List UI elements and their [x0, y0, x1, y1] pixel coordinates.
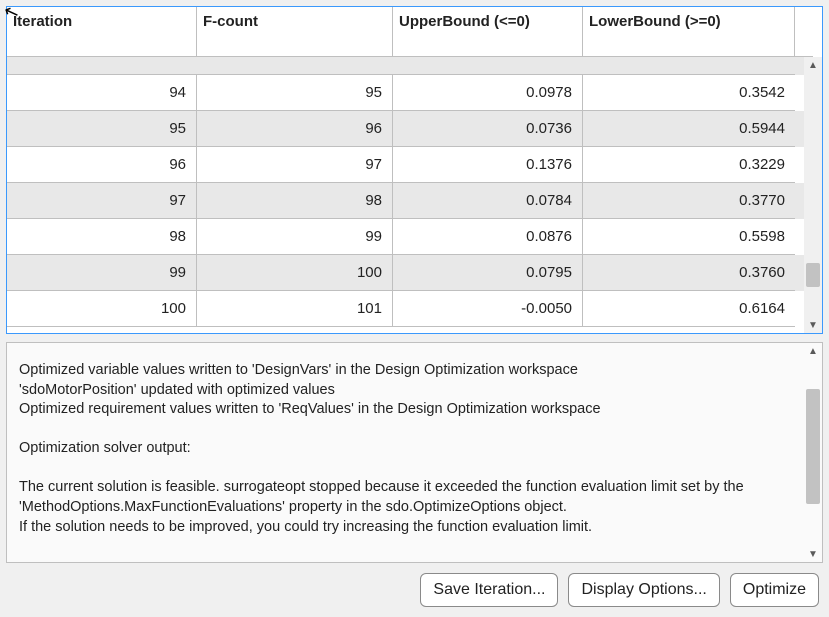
button-row: Save Iteration... Display Options... Opt… — [6, 571, 823, 611]
col-header-upperbound: UpperBound (<=0) — [393, 7, 583, 57]
table-row: 94 95 0.0978 0.3542 — [7, 75, 804, 111]
cell-lowerbound: 0.5598 — [583, 219, 795, 255]
log-scrollbar[interactable]: ▲ ▼ — [804, 343, 822, 562]
scroll-down-icon[interactable]: ▼ — [804, 317, 822, 333]
scroll-thumb[interactable] — [806, 263, 820, 287]
cell-lowerbound: 0.5944 — [583, 111, 795, 147]
cell-lowerbound: 0.3760 — [583, 255, 795, 291]
cell-fcount: 101 — [197, 291, 393, 327]
iteration-table-body[interactable]: 94 95 0.0978 0.3542 95 96 0.0736 0.5944 … — [7, 57, 804, 333]
cell-fcount: 97 — [197, 147, 393, 183]
cell-upperbound: 0.0978 — [393, 75, 583, 111]
log-text[interactable]: Optimized variable values written to 'De… — [7, 343, 804, 562]
cell-lowerbound: 0.3229 — [583, 147, 795, 183]
scroll-thumb[interactable] — [806, 389, 820, 504]
cell-iteration: 95 — [7, 111, 197, 147]
cell-fcount: 100 — [197, 255, 393, 291]
table-row: 98 99 0.0876 0.5598 — [7, 219, 804, 255]
scroll-track[interactable] — [804, 73, 822, 317]
col-header-fcount: F-count — [197, 7, 393, 57]
save-iteration-button[interactable]: Save Iteration... — [420, 573, 558, 607]
cell-iteration: 100 — [7, 291, 197, 327]
display-options-button[interactable]: Display Options... — [568, 573, 719, 607]
optimize-button[interactable]: Optimize — [730, 573, 819, 607]
table-row: 99 100 0.0795 0.3760 — [7, 255, 804, 291]
table-row: 97 98 0.0784 0.3770 — [7, 183, 804, 219]
table-header-row: Iteration F-count UpperBound (<=0) Lower… — [7, 7, 822, 57]
table-row: 100 101 -0.0050 0.6164 — [7, 291, 804, 327]
cell-upperbound: 0.0795 — [393, 255, 583, 291]
col-header-scroll-spacer — [795, 7, 813, 57]
cell-upperbound: 0.0736 — [393, 111, 583, 147]
cell-fcount: 98 — [197, 183, 393, 219]
col-header-iteration: Iteration — [7, 7, 197, 57]
table-row — [7, 57, 804, 75]
cell-fcount: 96 — [197, 111, 393, 147]
cell-lowerbound: 0.3770 — [583, 183, 795, 219]
col-header-lowerbound: LowerBound (>=0) — [583, 7, 795, 57]
cell-fcount: 95 — [197, 75, 393, 111]
table-row: 96 97 0.1376 0.3229 — [7, 147, 804, 183]
cell-iteration: 94 — [7, 75, 197, 111]
cell-iteration: 96 — [7, 147, 197, 183]
cell-upperbound: 0.1376 — [393, 147, 583, 183]
cell-upperbound: 0.0784 — [393, 183, 583, 219]
table-scrollbar[interactable]: ▲ ▼ — [804, 57, 822, 333]
cell-iteration: 97 — [7, 183, 197, 219]
scroll-track[interactable] — [804, 359, 822, 546]
optimization-progress-panel: Iteration F-count UpperBound (<=0) Lower… — [0, 0, 829, 617]
scroll-up-icon[interactable]: ▲ — [804, 343, 822, 359]
table-row: 95 96 0.0736 0.5944 — [7, 111, 804, 147]
cell-upperbound: 0.0876 — [393, 219, 583, 255]
cell-lowerbound: 0.6164 — [583, 291, 795, 327]
scroll-up-icon[interactable]: ▲ — [804, 57, 822, 73]
cell-lowerbound: 0.3542 — [583, 75, 795, 111]
cell-iteration: 99 — [7, 255, 197, 291]
log-panel: Optimized variable values written to 'De… — [6, 342, 823, 563]
scroll-down-icon[interactable]: ▼ — [804, 546, 822, 562]
iteration-table-panel: Iteration F-count UpperBound (<=0) Lower… — [6, 6, 823, 334]
cell-upperbound: -0.0050 — [393, 291, 583, 327]
cell-fcount: 99 — [197, 219, 393, 255]
cell-iteration: 98 — [7, 219, 197, 255]
